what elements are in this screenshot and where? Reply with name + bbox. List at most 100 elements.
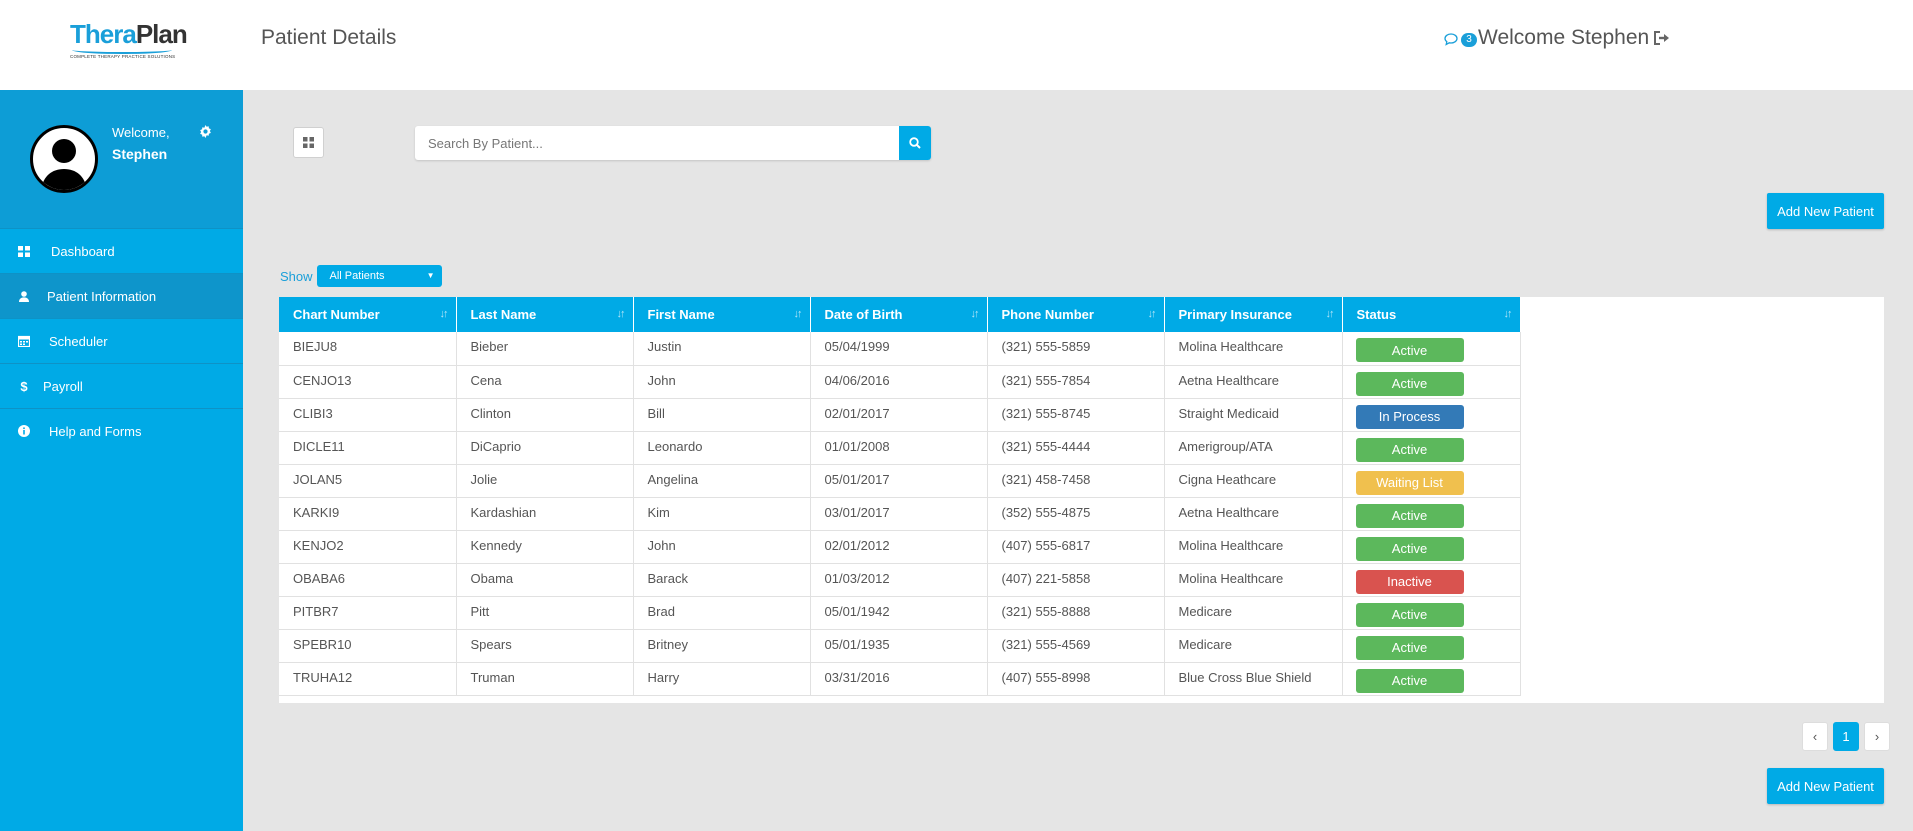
sort-icon[interactable]: ↓↑ — [1326, 308, 1335, 320]
cell-phone: (407) 221-5858 — [987, 563, 1165, 597]
cell-insurance: Blue Cross Blue Shield — [1164, 662, 1343, 696]
messages-icon[interactable]: 3 — [1444, 33, 1477, 47]
column-header-label: Status — [1356, 307, 1397, 322]
profile-panel: Welcome, Stephen — [0, 90, 243, 228]
status-badge[interactable]: Active — [1355, 338, 1464, 362]
profile-welcome-label: Welcome, — [112, 125, 170, 140]
search-button[interactable] — [899, 126, 931, 160]
column-header[interactable]: Chart Number ↓↑ — [279, 297, 457, 332]
cell-first: Leonardo — [633, 431, 811, 465]
sidebar-item-dashboard[interactable]: Dashboard — [0, 228, 243, 273]
messages-count-badge: 3 — [1461, 33, 1477, 47]
patients-table-panel: Chart Number ↓↑ Last Name ↓↑ First Name ↓↑ Dat… — [279, 297, 1884, 703]
cell-dob: 04/06/2016 — [810, 365, 988, 399]
table-row[interactable]: TRUHA12 Truman Harry 03/31/2016 (407) 555-89… — [279, 662, 1521, 696]
cell-chart: CLIBI3 — [279, 398, 457, 432]
previous-page-button[interactable]: ‹ — [1802, 722, 1828, 751]
sidebar-item-scheduler[interactable]: Scheduler — [0, 318, 243, 363]
status-badge[interactable]: Active — [1355, 371, 1464, 396]
sort-icon[interactable]: ↓↑ — [1504, 308, 1513, 320]
table-row[interactable]: CENJO13 Cena John 04/06/2016 (321) 555-7854 A… — [279, 365, 1521, 399]
logo-tagline: COMPLETE THERAPY PRACTICE SOLUTIONS — [70, 54, 176, 59]
sidebar-item-label: Scheduler — [49, 333, 108, 349]
status-badge[interactable]: Waiting List — [1355, 470, 1464, 495]
sort-icon[interactable]: ↓↑ — [440, 308, 449, 320]
table-row[interactable]: JOLAN5 Jolie Angelina 05/01/2017 (321) 458-7… — [279, 464, 1521, 498]
sidebar-item-help-and-forms[interactable]: Help and Forms — [0, 408, 243, 453]
cell-status: Active — [1342, 431, 1521, 465]
grid-view-button[interactable] — [293, 127, 324, 158]
column-header[interactable]: First Name ↓↑ — [633, 297, 811, 332]
cell-chart: KENJO2 — [279, 530, 457, 564]
column-header[interactable]: Date of Birth ↓↑ — [810, 297, 988, 332]
dashboard-icon — [17, 245, 31, 257]
cell-phone: (352) 555-4875 — [987, 497, 1165, 531]
status-badge[interactable]: Active — [1355, 503, 1464, 528]
patients-table: Chart Number ↓↑ Last Name ↓↑ First Name ↓↑ Dat… — [279, 297, 1521, 696]
table-row[interactable]: SPEBR10 Spears Britney 05/01/1935 (321) 555-… — [279, 629, 1521, 663]
cell-last: Kennedy — [456, 530, 634, 564]
cell-insurance: Aetna Healthcare — [1164, 365, 1343, 399]
column-header-label: Primary Insurance — [1178, 307, 1292, 322]
sidebar-item-payroll[interactable]: $ Payroll — [0, 363, 243, 408]
cell-first: Kim — [633, 497, 811, 531]
cell-last: Kardashian — [456, 497, 634, 531]
column-header[interactable]: Primary Insurance ↓↑ — [1164, 297, 1343, 332]
table-row[interactable]: CLIBI3 Clinton Bill 02/01/2017 (321) 555-874… — [279, 398, 1521, 432]
column-header[interactable]: Phone Number ↓↑ — [987, 297, 1165, 332]
page-button-current[interactable]: 1 — [1833, 722, 1859, 751]
column-header-label: Chart Number — [293, 307, 380, 322]
cell-first: Angelina — [633, 464, 811, 498]
search-input[interactable] — [415, 126, 899, 160]
cell-insurance: Cigna Heathcare — [1164, 464, 1343, 498]
cell-chart: DICLE11 — [279, 431, 457, 465]
status-badge[interactable]: Active — [1355, 668, 1464, 693]
sidebar-item-label: Dashboard — [51, 243, 115, 259]
dollar-icon: $ — [20, 378, 28, 394]
column-header[interactable]: Last Name ↓↑ — [456, 297, 634, 332]
profile-user-name: Stephen — [112, 146, 168, 162]
status-badge[interactable]: Active — [1355, 437, 1464, 462]
cell-dob: 01/03/2012 — [810, 563, 988, 597]
table-row[interactable]: PITBR7 Pitt Brad 05/01/1942 (321) 555-8888 Me… — [279, 596, 1521, 630]
cell-last: Bieber — [456, 332, 634, 366]
table-row[interactable]: DICLE11 DiCaprio Leonardo 01/01/2008 (321) 5… — [279, 431, 1521, 465]
status-badge[interactable]: Active — [1355, 635, 1464, 660]
cell-phone: (321) 555-4569 — [987, 629, 1165, 663]
cell-phone: (321) 555-8888 — [987, 596, 1165, 630]
table-row[interactable]: BIEJU8 Bieber Justin 05/04/1999 (321) 555-58… — [279, 332, 1521, 366]
sidebar-item-patient-information[interactable]: Patient Information — [0, 273, 243, 318]
table-row[interactable]: OBABA6 Obama Barack 01/03/2012 (407) 221-585… — [279, 563, 1521, 597]
gear-icon[interactable] — [199, 125, 212, 138]
cell-status: Active — [1342, 662, 1521, 696]
status-badge[interactable]: Active — [1355, 602, 1464, 627]
sort-icon[interactable]: ↓↑ — [794, 308, 803, 320]
patient-filter-select[interactable]: All Patients ▼ — [316, 265, 442, 287]
cell-insurance: Molina Healthcare — [1164, 530, 1343, 564]
cell-insurance: Aetna Healthcare — [1164, 497, 1343, 531]
table-row[interactable]: KENJO2 Kennedy John 02/01/2012 (407) 555-681… — [279, 530, 1521, 564]
logout-icon[interactable] — [1653, 30, 1671, 46]
sort-icon[interactable]: ↓↑ — [1148, 308, 1157, 320]
column-header-label: Phone Number — [1001, 307, 1094, 322]
cell-status: Waiting List — [1342, 464, 1521, 498]
column-header[interactable]: Status ↓↑ — [1342, 297, 1521, 332]
sort-icon[interactable]: ↓↑ — [617, 308, 626, 320]
add-new-patient-button-bottom[interactable]: Add New Patient — [1767, 768, 1884, 804]
cell-last: Obama — [456, 563, 634, 597]
logo-swoosh — [72, 46, 172, 54]
cell-insurance: Molina Healthcare — [1164, 563, 1343, 597]
sort-icon[interactable]: ↓↑ — [971, 308, 980, 320]
table-row[interactable]: KARKI9 Kardashian Kim 03/01/2017 (352) 555-4… — [279, 497, 1521, 531]
cell-last: Clinton — [456, 398, 634, 432]
status-badge[interactable]: In Process — [1355, 404, 1464, 429]
status-badge[interactable]: Active — [1355, 536, 1464, 561]
cell-insurance: Straight Medicaid — [1164, 398, 1343, 432]
theraplan-logo[interactable]: TheraPlan COMPLETE THERAPY PRACTICE SOLU… — [70, 20, 188, 72]
cell-phone: (407) 555-8998 — [987, 662, 1165, 696]
next-page-button[interactable]: › — [1864, 722, 1890, 751]
status-badge[interactable]: Inactive — [1355, 569, 1464, 594]
sidebar-item-label: Help and Forms — [49, 423, 142, 439]
add-new-patient-button[interactable]: Add New Patient — [1767, 193, 1884, 229]
show-filter: Show All Patients ▼ — [280, 265, 442, 287]
